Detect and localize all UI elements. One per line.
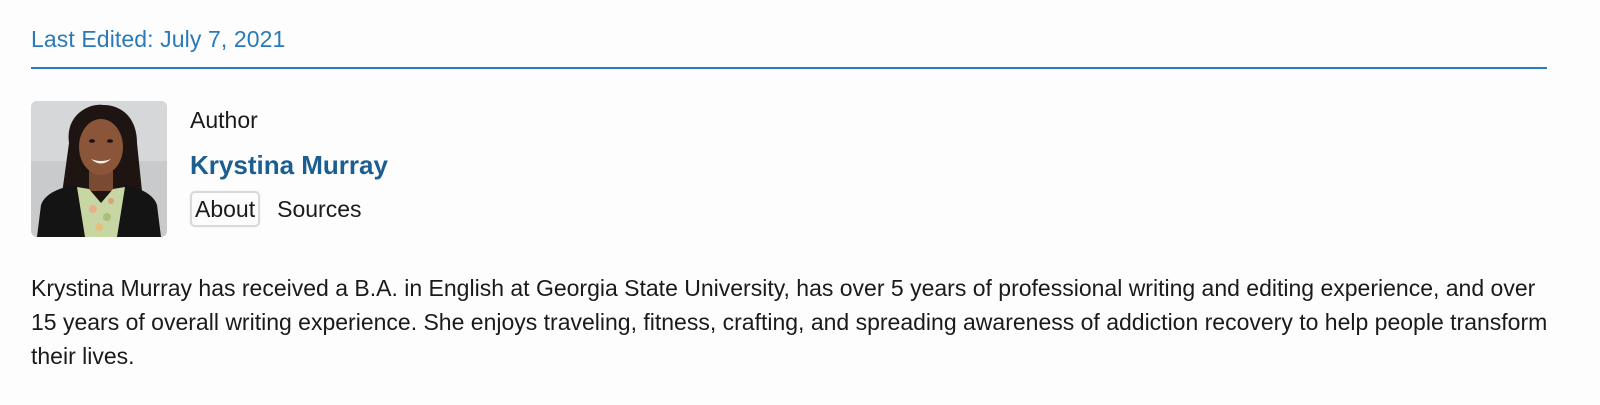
author-tabs: About Sources (190, 191, 388, 227)
author-portrait-icon (31, 101, 167, 237)
tab-about[interactable]: About (190, 191, 261, 227)
author-bio: Krystina Murray has received a B.A. in E… (31, 275, 1548, 369)
author-info: Author Krystina Murray About Sources (190, 104, 388, 227)
tab-sources[interactable]: Sources (272, 191, 366, 227)
header-divider (31, 67, 1547, 69)
author-name-link[interactable]: Krystina Murray (190, 149, 388, 181)
author-avatar (31, 101, 167, 237)
author-label: Author (190, 107, 258, 133)
last-edited-date: Last Edited: July 7, 2021 (31, 26, 286, 52)
